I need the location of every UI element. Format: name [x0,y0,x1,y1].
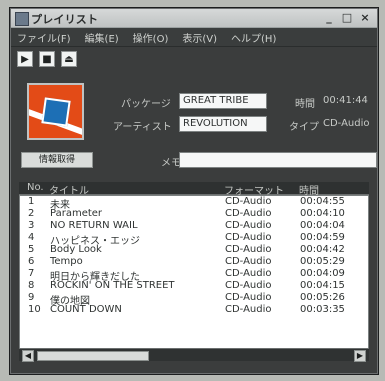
track-format: CD-Audio [225,232,272,243]
tool-2-icon[interactable]: ■ [39,51,55,67]
track-title: NO RETURN WAIL [50,220,138,231]
track-time: 00:04:15 [300,280,345,291]
minimize-button[interactable]: _ [323,11,335,24]
menu-file[interactable]: ファイル(F) [17,30,71,45]
track-time: 00:04:42 [300,244,345,255]
tool-3-icon[interactable]: ⏏ [61,51,77,67]
track-title: COUNT DOWN [50,304,122,315]
table-row[interactable]: 5 Body Look CD-Audio 00:04:42 [20,244,368,256]
table-row[interactable]: 4 ハッピネス・エッジ CD-Audio 00:04:59 [20,232,368,247]
track-number: 10 [28,304,41,315]
menu-operate[interactable]: 操作(O) [133,30,169,45]
package-input[interactable]: GREAT TRIBE [179,93,267,109]
horizontal-scrollbar[interactable]: ◀ ▶ [19,348,369,362]
track-time: 00:04:09 [300,268,345,279]
artist-input[interactable]: REVOLUTION [179,116,267,132]
track-time: 00:03:35 [300,304,345,315]
time-value: 00:41:44 [323,95,368,106]
window-title: プレイリスト [31,13,99,26]
title-bar[interactable]: プレイリスト _ □ × [11,9,377,28]
info-action-button[interactable]: 情報取得 [21,152,93,168]
track-format: CD-Audio [225,220,272,231]
track-format: CD-Audio [225,268,272,279]
time-label: 時間 [295,99,315,110]
menu-bar: ファイル(F) 編集(E) 操作(O) 表示(V) ヘルプ(H) [11,28,377,47]
list-header: No. タイトル フォーマット 時間 [19,182,369,197]
scroll-left-icon[interactable]: ◀ [22,350,34,362]
column-no[interactable]: No. [27,182,44,193]
menu-edit[interactable]: 編集(E) [85,30,119,45]
track-format: CD-Audio [225,244,272,255]
track-title: Parameter [50,208,103,219]
album-art [27,83,84,140]
window-controls: _ □ × [323,11,371,24]
artist-label: アーティスト [113,122,172,133]
close-button[interactable]: × [359,11,371,24]
memo-input[interactable] [179,152,377,168]
table-row[interactable]: 6 Tempo CD-Audio 00:05:29 [20,256,368,268]
track-format: CD-Audio [225,304,272,315]
table-row[interactable]: 7 明日から輝きだした CD-Audio 00:04:09 [20,268,368,283]
table-row[interactable]: 1 未来 CD-Audio 00:04:55 [20,196,368,211]
track-number: 2 [28,208,35,219]
track-format: CD-Audio [225,280,272,291]
track-time: 00:05:29 [300,256,345,267]
track-number: 6 [28,256,35,267]
track-number: 5 [28,244,35,255]
scroll-thumb[interactable] [37,351,149,361]
track-title: Tempo [50,256,83,267]
track-number: 9 [28,292,35,303]
table-row[interactable]: 9 僕の地図 CD-Audio 00:05:26 [20,292,368,307]
track-number: 4 [28,232,35,243]
scroll-right-icon[interactable]: ▶ [354,350,366,362]
maximize-button[interactable]: □ [341,11,353,24]
memo-label: メモ [161,158,181,169]
table-row[interactable]: 3 NO RETURN WAIL CD-Audio 00:04:04 [20,220,368,232]
track-format: CD-Audio [225,292,272,303]
table-row[interactable]: 8 ROCKIN' ON THE STREET CD-Audio 00:04:1… [20,280,368,292]
table-row[interactable]: 2 Parameter CD-Audio 00:04:10 [20,208,368,220]
track-format: CD-Audio [225,196,272,207]
album-art-square [41,97,71,127]
menu-view[interactable]: 表示(V) [182,30,217,45]
package-label: パッケージ [121,99,171,110]
tool-1-icon[interactable]: ▶ [17,51,33,67]
track-title: Body Look [50,244,102,255]
track-time: 00:04:04 [300,220,345,231]
table-row[interactable]: 10 COUNT DOWN CD-Audio 00:03:35 [20,304,368,316]
track-title: ROCKIN' ON THE STREET [50,280,175,291]
track-number: 1 [28,196,35,207]
menu-help[interactable]: ヘルプ(H) [231,30,276,45]
type-value: CD-Audio [323,118,370,129]
playlist-window: プレイリスト _ □ × ファイル(F) 編集(E) 操作(O) 表示(V) ヘ… [10,8,378,374]
track-number: 8 [28,280,35,291]
toolbar: ▶ ■ ⏏ [17,51,77,67]
track-list[interactable]: 1 未来 CD-Audio 00:04:55 2 Parameter CD-Au… [19,195,369,357]
type-label: タイプ [289,122,319,133]
track-format: CD-Audio [225,208,272,219]
track-time: 00:04:10 [300,208,345,219]
track-number: 3 [28,220,35,231]
track-time: 00:04:59 [300,232,345,243]
track-number: 7 [28,268,35,279]
track-time: 00:05:26 [300,292,345,303]
app-icon [15,12,29,26]
track-format: CD-Audio [225,256,272,267]
track-time: 00:04:55 [300,196,345,207]
